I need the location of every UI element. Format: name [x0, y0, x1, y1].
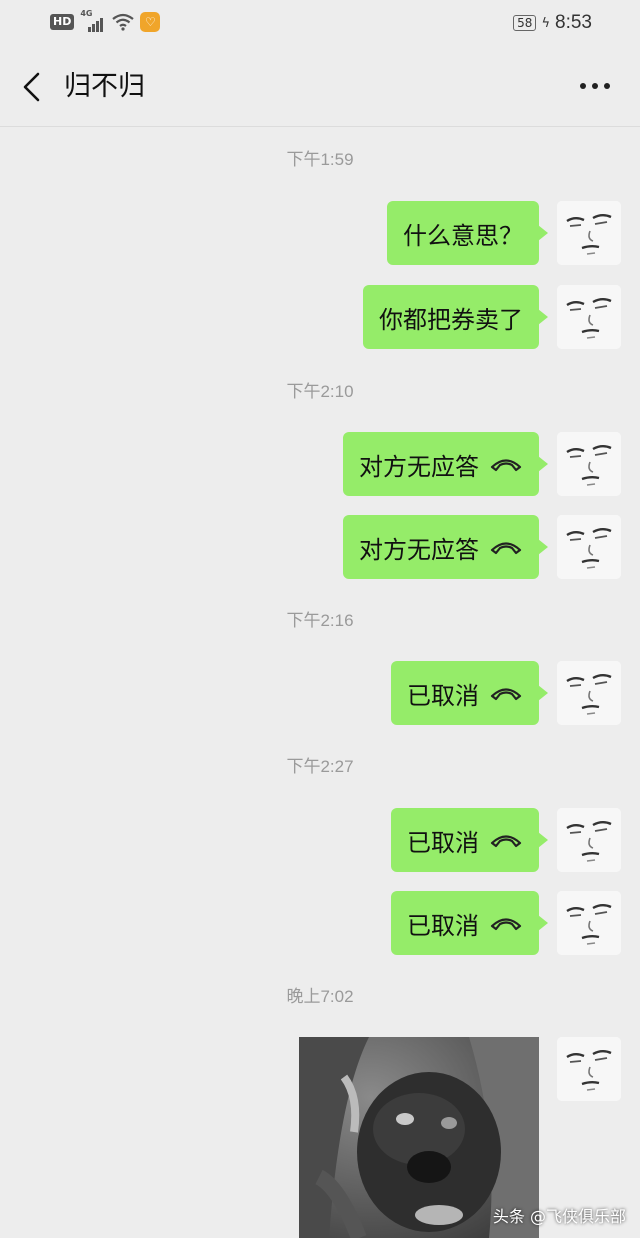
- face-avatar-icon: [557, 808, 621, 872]
- call-status-text: 对方无应答: [359, 535, 479, 564]
- back-arrow-icon[interactable]: [16, 70, 48, 104]
- timestamp: 下午1:59: [286, 150, 354, 169]
- call-status-text: 已取消: [407, 911, 479, 940]
- status-left: HD 4G ♡: [50, 9, 161, 32]
- face-avatar-icon: [557, 432, 621, 496]
- face-avatar-icon: [557, 515, 621, 579]
- voice-call-icon: [490, 688, 522, 701]
- clock: 8:53: [555, 12, 592, 33]
- face-avatar-icon: [557, 285, 621, 349]
- avatar[interactable]: [557, 515, 621, 579]
- message-bubble[interactable]: 什么意思？: [387, 201, 548, 265]
- status-bar: HD 4G ♡ 58 ϟ 8:53: [0, 0, 640, 48]
- avatar[interactable]: [557, 891, 621, 955]
- voice-call-icon: [490, 918, 522, 931]
- message-text: 你都把券卖了: [379, 305, 523, 334]
- app-notification-icon: ♡: [140, 12, 161, 32]
- avatar[interactable]: [557, 432, 621, 496]
- voice-call-icon: [490, 835, 522, 848]
- wifi-icon: [112, 13, 135, 31]
- timestamp: 下午2:10: [286, 382, 354, 401]
- message-text: 什么意思？: [403, 221, 523, 250]
- chat-header: 归不归: [0, 48, 640, 127]
- cellular-signal-icon: 4G: [80, 9, 106, 32]
- call-record-bubble[interactable]: 已取消: [391, 808, 548, 872]
- chat-title: 归不归: [64, 71, 145, 102]
- message-bubble[interactable]: 你都把券卖了: [363, 285, 548, 349]
- avatar[interactable]: [557, 1037, 621, 1101]
- face-avatar-icon: [557, 201, 621, 265]
- hd-badge: HD: [50, 14, 75, 30]
- avatar[interactable]: [557, 661, 621, 725]
- call-status-text: 已取消: [407, 828, 479, 857]
- watermark-text: 头条 @飞侠俱乐部: [492, 1207, 626, 1226]
- call-status-text: 已取消: [407, 681, 479, 710]
- avatar[interactable]: [557, 285, 621, 349]
- call-record-bubble[interactable]: 对方无应答: [343, 432, 548, 496]
- voice-call-icon: [490, 459, 522, 472]
- voice-call-icon: [490, 542, 522, 555]
- call-record-bubble[interactable]: 对方无应答: [343, 515, 548, 579]
- more-options-icon[interactable]: [580, 83, 610, 89]
- battery-icon: 58: [513, 15, 537, 31]
- call-status-text: 对方无应答: [359, 452, 479, 481]
- timestamp: 下午2:27: [286, 757, 354, 776]
- call-record-bubble[interactable]: 已取消: [391, 891, 548, 955]
- avatar[interactable]: [557, 201, 621, 265]
- timestamp: 晚上7:02: [286, 987, 354, 1006]
- call-record-bubble[interactable]: 已取消: [391, 661, 548, 725]
- face-avatar-icon: [557, 891, 621, 955]
- face-avatar-icon: [557, 661, 621, 725]
- charging-icon: ϟ: [541, 15, 551, 31]
- status-right: 58 ϟ 8:53: [513, 12, 592, 34]
- watermark: 头条 @飞侠俱乐部: [493, 1203, 626, 1227]
- timestamp: 下午2:16: [286, 611, 354, 630]
- network-type-label: 4G: [80, 9, 93, 18]
- face-avatar-icon: [557, 1037, 621, 1101]
- avatar[interactable]: [557, 808, 621, 872]
